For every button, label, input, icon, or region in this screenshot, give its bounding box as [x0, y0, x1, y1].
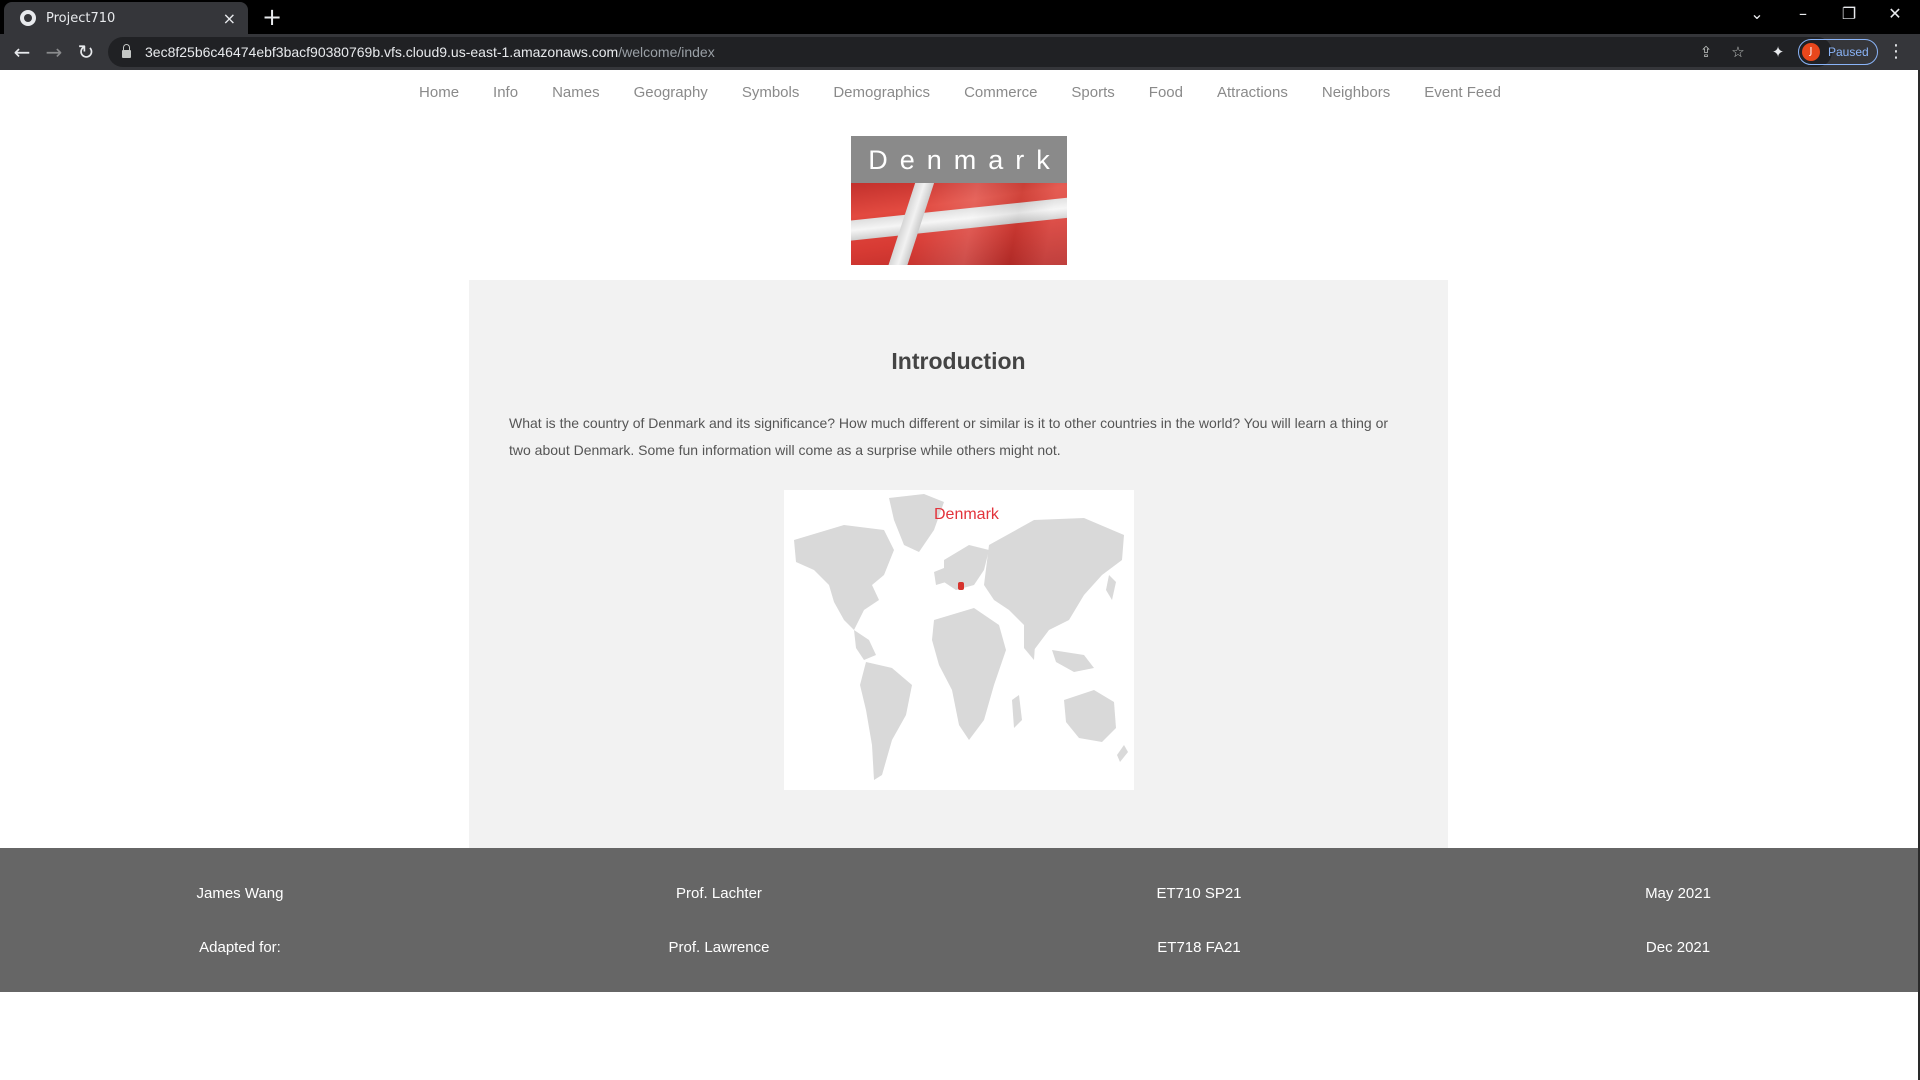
url-path: /welcome/index: [618, 44, 715, 60]
footer-adapted-label: Adapted for:: [199, 939, 281, 956]
close-tab-icon[interactable]: ×: [223, 9, 236, 28]
url-host: 3ec8f25b6c46474ebf3bacf90380769b.vfs.clo…: [145, 44, 619, 60]
world-map-image: Denmark: [784, 490, 1134, 790]
bookmark-star-icon[interactable]: ☆: [1724, 37, 1752, 67]
forward-icon[interactable]: →: [40, 38, 68, 66]
reload-icon[interactable]: ↻: [72, 38, 100, 66]
browser-tabstrip: Project710 × + ⌄ – ❐ ✕: [0, 0, 1920, 34]
browser-tab[interactable]: Project710 ×: [4, 2, 248, 34]
profile-button[interactable]: J Paused: [1798, 39, 1878, 65]
nav-names[interactable]: Names: [535, 80, 617, 105]
footer-author: James Wang: [196, 885, 284, 902]
denmark-marker: [958, 582, 964, 590]
lock-icon: [122, 44, 131, 58]
share-icon[interactable]: ⇪: [1692, 37, 1720, 67]
map-label: Denmark: [934, 506, 999, 523]
footer-course: ET710 SP21: [1156, 885, 1242, 902]
window-close-icon[interactable]: ✕: [1872, 0, 1918, 30]
intro-section: Introduction What is the country of Denm…: [469, 280, 1448, 848]
nav-demographics[interactable]: Demographics: [816, 80, 947, 105]
nav-sports[interactable]: Sports: [1054, 80, 1131, 105]
footer-date: May 2021: [1645, 885, 1711, 902]
site-footer: James Wang Prof. Lachter ET710 SP21 May …: [0, 848, 1920, 992]
profile-status: Paused: [1828, 45, 1869, 59]
nav-neighbors[interactable]: Neighbors: [1305, 80, 1407, 105]
country-banner: Denmark: [851, 136, 1067, 265]
footer-date: Dec 2021: [1645, 939, 1711, 956]
restore-icon[interactable]: ❐: [1826, 0, 1872, 30]
nav-commerce[interactable]: Commerce: [947, 80, 1054, 105]
nav-symbols[interactable]: Symbols: [725, 80, 817, 105]
footer-professor: Prof. Lawrence: [668, 939, 770, 956]
address-bar[interactable]: 3ec8f25b6c46474ebf3bacf90380769b.vfs.clo…: [108, 37, 1832, 67]
denmark-flag-image: [851, 183, 1067, 265]
nav-food[interactable]: Food: [1132, 80, 1200, 105]
footer-row: Adapted for: Prof. Lawrence ET718 FA21 D…: [0, 939, 1920, 963]
tab-title: Project710: [46, 10, 116, 26]
avatar: J: [1802, 43, 1820, 61]
nav-attractions[interactable]: Attractions: [1200, 80, 1305, 105]
new-tab-button[interactable]: +: [258, 4, 286, 32]
footer-course: ET718 FA21: [1157, 939, 1241, 956]
extensions-icon[interactable]: ✦: [1764, 37, 1792, 67]
web-page: Home Info Names Geography Symbols Demogr…: [0, 70, 1920, 1080]
minimize-icon[interactable]: –: [1780, 0, 1826, 30]
intro-paragraph: What is the country of Denmark and its s…: [509, 415, 1389, 458]
more-menu-icon[interactable]: ⋮: [1884, 38, 1908, 66]
world-map-graphic: [794, 494, 1128, 780]
globe-icon: [20, 10, 36, 26]
section-title: Introduction: [891, 348, 1026, 374]
banner-title: Denmark: [868, 145, 1062, 175]
nav-geography[interactable]: Geography: [617, 80, 725, 105]
nav-event-feed[interactable]: Event Feed: [1407, 80, 1518, 105]
back-icon[interactable]: ←: [8, 38, 36, 66]
browser-toolbar: ← → ↻ 3ec8f25b6c46474ebf3bacf90380769b.v…: [0, 34, 1920, 70]
tab-search-icon[interactable]: ⌄: [1734, 0, 1780, 30]
footer-professor: Prof. Lachter: [676, 885, 762, 902]
site-nav: Home Info Names Geography Symbols Demogr…: [0, 80, 1920, 105]
nav-home[interactable]: Home: [402, 80, 476, 105]
nav-info[interactable]: Info: [476, 80, 535, 105]
footer-row: James Wang Prof. Lachter ET710 SP21 May …: [0, 885, 1920, 909]
